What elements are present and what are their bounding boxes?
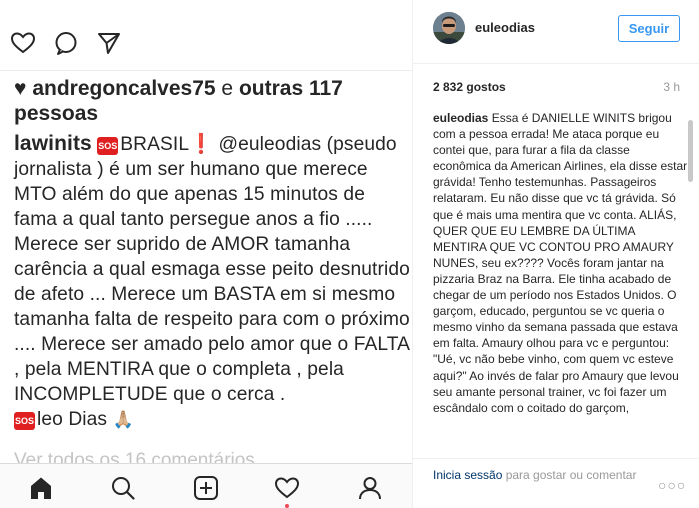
- divider: [0, 70, 412, 71]
- heart-icon[interactable]: [10, 30, 36, 56]
- login-link[interactable]: Inicia sessão: [433, 468, 502, 482]
- comment-text: Essa é DANIELLE WINITS brigou com a pess…: [433, 111, 688, 415]
- activity-heart-icon[interactable]: [274, 475, 300, 501]
- comment-author[interactable]: euleodias: [433, 111, 488, 125]
- likes-summary: ♥ andregoncalves75 e outras 117 pessoas: [14, 76, 409, 126]
- post-time[interactable]: 3 h: [663, 80, 680, 94]
- avatar[interactable]: [433, 12, 465, 44]
- sos-emoji-icon: SOS: [14, 412, 35, 430]
- post-actions: [10, 30, 122, 56]
- pray-emoji-icon: 🙏🏼: [112, 410, 134, 429]
- search-icon[interactable]: [110, 475, 136, 501]
- phone-screenshot: ♥ andregoncalves75 e outras 117 pessoas …: [0, 0, 412, 508]
- login-prompt: Inicia sessão para gostar ou comentar: [433, 467, 653, 483]
- login-prompt-text: para gostar ou comentar: [502, 468, 637, 482]
- comment-scrollbar[interactable]: [688, 120, 693, 182]
- liker-username[interactable]: andregoncalves75: [32, 77, 215, 100]
- activity-notification-dot: [285, 504, 289, 508]
- post-caption: lawinits SOS BRASIL❗ @euleodias (pseudo j…: [14, 131, 410, 432]
- profile-icon[interactable]: [357, 475, 383, 501]
- caption-author[interactable]: lawinits: [14, 132, 92, 155]
- likes-suffix: pessoas: [14, 102, 99, 125]
- caption-text: @euleodias (pseudo jornalista ) é um ser…: [14, 134, 410, 405]
- follow-button[interactable]: Seguir: [618, 15, 680, 42]
- likes-heart-icon: ♥: [14, 77, 27, 100]
- add-post-icon[interactable]: [193, 475, 219, 501]
- likes-others[interactable]: outras 117: [239, 77, 343, 100]
- post-header: euleodias Seguir: [413, 0, 699, 64]
- comment-list[interactable]: euleodias Essa é DANIELLE WINITS brigou …: [433, 110, 689, 452]
- share-icon[interactable]: [96, 30, 122, 56]
- caption-signature: leo Dias: [37, 409, 108, 430]
- post-footer: Inicia sessão para gostar ou comentar ○○…: [413, 458, 699, 508]
- more-options-icon[interactable]: ○○○: [658, 477, 686, 493]
- home-icon[interactable]: [28, 475, 54, 501]
- likes-count[interactable]: 2 832 gostos: [433, 80, 506, 94]
- bottom-tab-bar: [0, 463, 412, 508]
- comment-icon[interactable]: [53, 30, 79, 56]
- sos-emoji-icon: SOS: [97, 137, 119, 155]
- post-sidebar: euleodias Seguir 2 832 gostos 3 h euleod…: [412, 0, 699, 508]
- exclamation-emoji-icon: ❗: [189, 134, 214, 155]
- likes-connector: e: [221, 77, 234, 100]
- caption-brasil: BRASIL: [120, 134, 190, 155]
- post-username[interactable]: euleodias: [475, 20, 535, 35]
